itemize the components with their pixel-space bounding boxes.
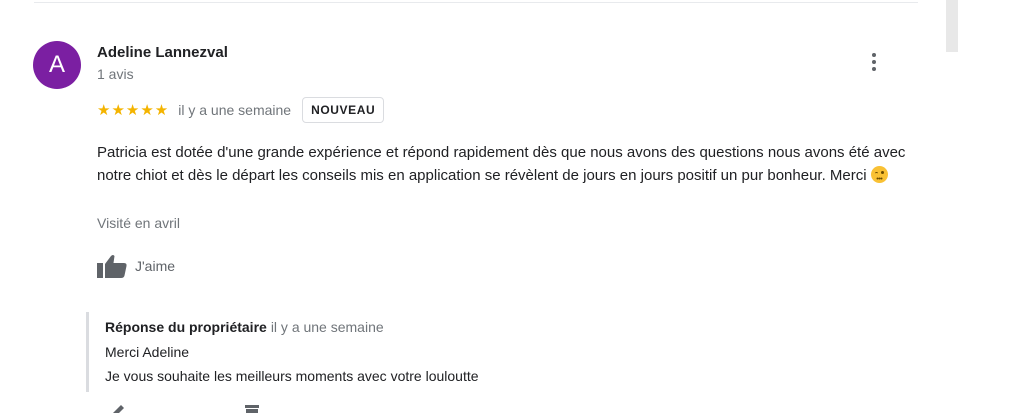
reply-time: il y a une semaine (270, 319, 384, 335)
author-name[interactable]: Adeline Lannezval (97, 44, 228, 61)
trash-icon[interactable] (243, 405, 261, 413)
reply-text-line: Merci Adeline (105, 344, 190, 360)
like-label: J'aime (135, 258, 176, 274)
reply-text-line: Je vous souhaite les meilleurs moments a… (105, 368, 479, 384)
like-button[interactable]: J'aime (97, 254, 175, 278)
review-text: Patricia est dotée d'une grande expérien… (97, 144, 906, 184)
review-body: Patricia est dotée d'une grande expérien… (97, 141, 917, 187)
more-options-button[interactable] (864, 50, 884, 76)
more-vert-icon (864, 50, 884, 71)
review-time: il y a une semaine (178, 102, 292, 118)
author-review-count: 1 avis (97, 66, 134, 82)
owner-actions (107, 403, 277, 413)
rating-row: ★★★★★ il y a une semaine NOUVEAU (97, 97, 385, 123)
reply-header: Réponse du propriétaire il y a une semain… (105, 319, 384, 335)
avatar[interactable]: A (33, 41, 81, 89)
thumbs-up-icon (97, 255, 127, 278)
reply-owner-label: Réponse du propriétaire (105, 319, 267, 335)
scrollbar[interactable] (946, 0, 958, 52)
owner-reply: Réponse du propriétaire il y a une semain… (86, 312, 889, 392)
visited-date: Visité en avril (97, 215, 181, 231)
pencil-icon[interactable] (107, 403, 127, 413)
star-rating: ★★★★★ (97, 102, 170, 119)
top-divider (34, 2, 918, 3)
winking-face-icon (870, 166, 888, 183)
new-badge: NOUVEAU (302, 97, 385, 123)
